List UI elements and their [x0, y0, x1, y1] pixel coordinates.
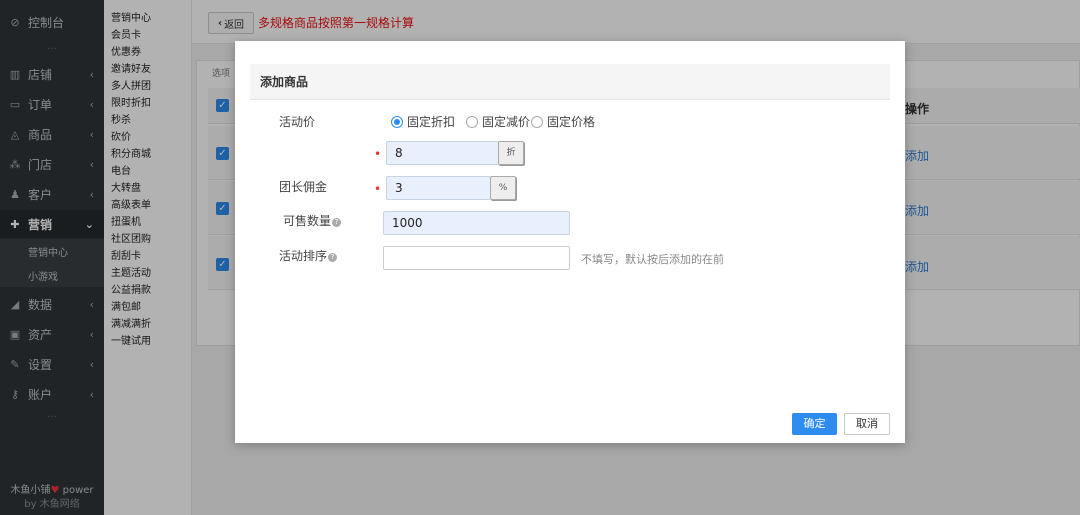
radio-fixed-reduce[interactable]: 固定减价 — [466, 113, 530, 130]
stock-label-text: 可售数量 — [283, 214, 332, 228]
cancel-button[interactable]: 取消 — [844, 413, 890, 435]
help-icon[interactable]: ? — [328, 253, 338, 262]
price-label: 活动价 — [279, 115, 316, 129]
radio-fixed-discount[interactable]: 固定折扣 — [391, 113, 455, 130]
add-goods-modal: 添加商品 活动价 固定折扣 固定减价 固定价格 • 8 折 团长佣金 • 3 %… — [235, 41, 905, 443]
sort-input[interactable] — [383, 246, 570, 270]
required-mark: • — [374, 182, 382, 196]
commission-label: 团长佣金 — [279, 180, 328, 194]
commission-unit-addon: % — [490, 176, 516, 200]
discount-input[interactable]: 8 — [386, 141, 499, 165]
discount-unit-addon: 折 — [498, 141, 524, 165]
modal-title: 添加商品 — [250, 64, 890, 100]
confirm-button[interactable]: 确定 — [792, 413, 837, 435]
radio-fixed-price[interactable]: 固定价格 — [531, 113, 595, 130]
radio-checked-icon — [391, 115, 403, 128]
required-mark: • — [374, 147, 382, 161]
stock-label: 可售数量? — [283, 212, 342, 229]
sort-label: 活动排序? — [279, 247, 338, 264]
radio-label: 固定减价 — [482, 115, 531, 129]
help-icon[interactable]: ? — [332, 218, 342, 227]
sort-label-text: 活动排序 — [279, 249, 328, 263]
radio-label: 固定价格 — [547, 115, 596, 129]
commission-input[interactable]: 3 — [386, 176, 491, 200]
radio-label: 固定折扣 — [407, 115, 456, 129]
stock-input[interactable]: 1000 — [383, 211, 570, 235]
radio-unchecked-icon — [466, 115, 478, 128]
radio-unchecked-icon — [531, 115, 543, 128]
sort-hint: 不填写，默认按后添加的在前 — [581, 253, 724, 266]
